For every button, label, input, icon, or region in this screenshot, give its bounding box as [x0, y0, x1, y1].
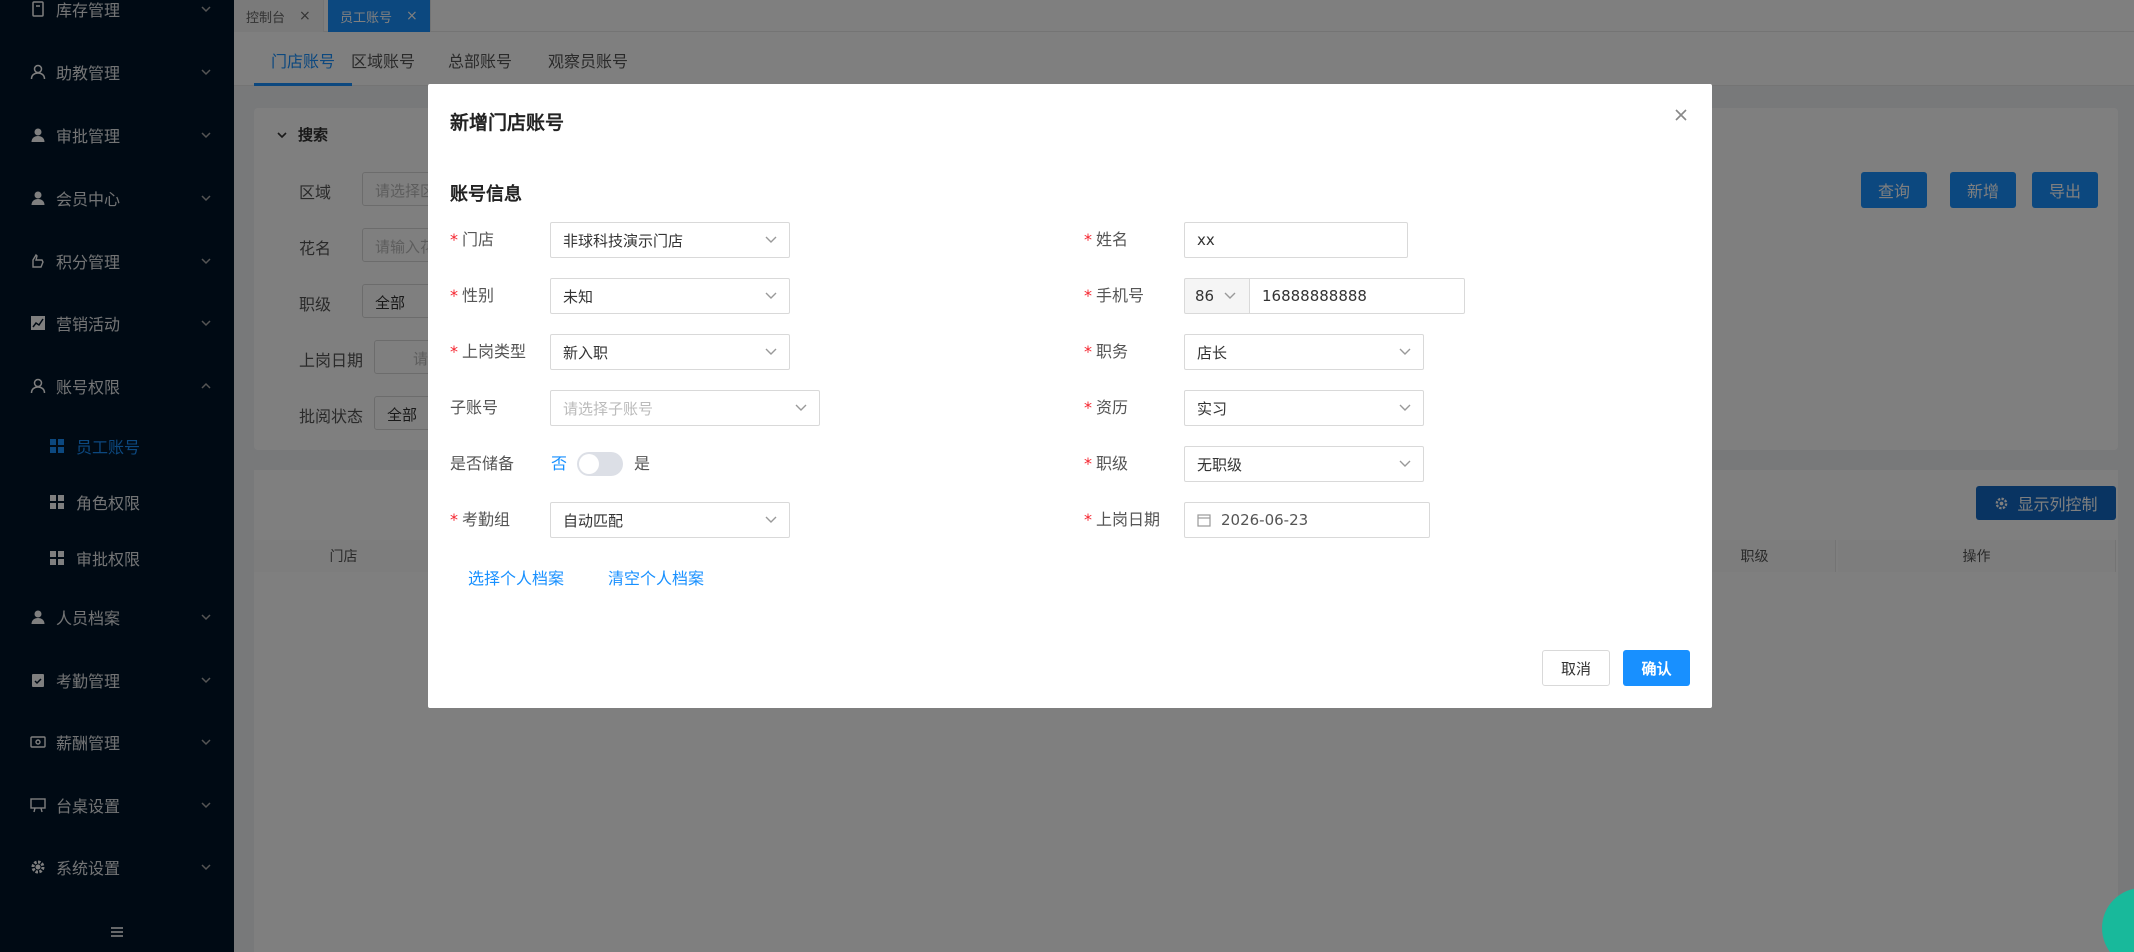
- onboard-type-select[interactable]: 新入职: [550, 334, 790, 370]
- sub-account-label: 子账号: [450, 398, 499, 417]
- chevron-down-icon: [1224, 292, 1236, 300]
- store-select[interactable]: 非球科技演示门店: [550, 222, 790, 258]
- phone-label: * 手机号: [1084, 286, 1145, 305]
- select-profile-link[interactable]: 选择个人档案: [468, 565, 564, 589]
- rank-select[interactable]: 无职级: [1184, 446, 1424, 482]
- attendance-group-label: * 考勤组: [450, 510, 511, 529]
- reserve-yes-label: 是: [634, 454, 651, 473]
- sub-account-placeholder: 请选择子账号: [563, 399, 654, 418]
- required-mark: *: [450, 342, 458, 361]
- required-mark: *: [1084, 454, 1092, 473]
- attendance-group-select[interactable]: 自动匹配: [550, 502, 790, 538]
- toggle-knob: [579, 454, 599, 474]
- name-input[interactable]: xx: [1184, 222, 1408, 258]
- country-code-value: 86: [1195, 287, 1215, 305]
- store-select-value: 非球科技演示门店: [563, 231, 684, 250]
- position-select[interactable]: 店长: [1184, 334, 1424, 370]
- dialog-title: 新增门店账号: [450, 112, 565, 134]
- close-button[interactable]: [1670, 104, 1692, 126]
- required-mark: *: [1084, 398, 1092, 417]
- cancel-button[interactable]: 取消: [1542, 650, 1610, 686]
- onboard-type-label: * 上岗类型: [450, 342, 527, 361]
- chevron-down-icon: [765, 292, 777, 300]
- seniority-value: 实习: [1197, 399, 1228, 418]
- onboard-type-value: 新入职: [563, 343, 609, 362]
- gender-select-value: 未知: [563, 287, 594, 306]
- chevron-down-icon: [1399, 404, 1411, 412]
- rank-label: * 职级: [1084, 454, 1129, 473]
- required-mark: *: [450, 510, 458, 529]
- attendance-group-value: 自动匹配: [563, 511, 624, 530]
- seniority-label: * 资历: [1084, 398, 1129, 417]
- country-code-select[interactable]: 86: [1184, 278, 1250, 314]
- reserve-toggle[interactable]: [577, 452, 623, 476]
- chevron-down-icon: [765, 236, 777, 244]
- required-mark: *: [450, 230, 458, 249]
- seniority-select[interactable]: 实习: [1184, 390, 1424, 426]
- onboard-date-label: * 上岗日期: [1084, 510, 1161, 529]
- required-mark: *: [450, 286, 458, 305]
- required-mark: *: [1084, 286, 1092, 305]
- phone-input[interactable]: 16888888888: [1249, 278, 1465, 314]
- close-icon: [1674, 108, 1688, 122]
- sub-account-select[interactable]: 请选择子账号: [550, 390, 820, 426]
- required-mark: *: [1084, 342, 1092, 361]
- name-label: * 姓名: [1084, 230, 1129, 249]
- clear-profile-link[interactable]: 清空个人档案: [608, 565, 704, 589]
- onboard-date-value: 2026-06-23: [1221, 511, 1309, 529]
- chevron-down-icon: [1399, 348, 1411, 356]
- onboard-date-picker[interactable]: 2026-06-23: [1184, 502, 1430, 538]
- reserve-label: 是否储备: [450, 454, 515, 473]
- reserve-no-label: 否: [551, 454, 568, 473]
- required-mark: *: [1084, 510, 1092, 529]
- gender-label: * 性别: [450, 286, 495, 305]
- gender-select[interactable]: 未知: [550, 278, 790, 314]
- calendar-icon: [1197, 513, 1211, 527]
- chevron-down-icon: [765, 516, 777, 524]
- chevron-down-icon: [795, 404, 807, 412]
- rank-value: 无职级: [1197, 455, 1243, 474]
- required-mark: *: [1084, 230, 1092, 249]
- confirm-button[interactable]: 确认: [1623, 650, 1690, 686]
- section-title: 账号信息: [450, 184, 522, 205]
- chevron-down-icon: [1399, 460, 1411, 468]
- add-store-account-dialog: 新增门店账号 账号信息 * 门店 非球科技演示门店 * 性别 未知 * 上岗类型 新入…: [428, 84, 1712, 708]
- position-label: * 职务: [1084, 342, 1129, 361]
- store-label: * 门店: [450, 230, 495, 249]
- chevron-down-icon: [765, 348, 777, 356]
- position-value: 店长: [1197, 343, 1228, 362]
